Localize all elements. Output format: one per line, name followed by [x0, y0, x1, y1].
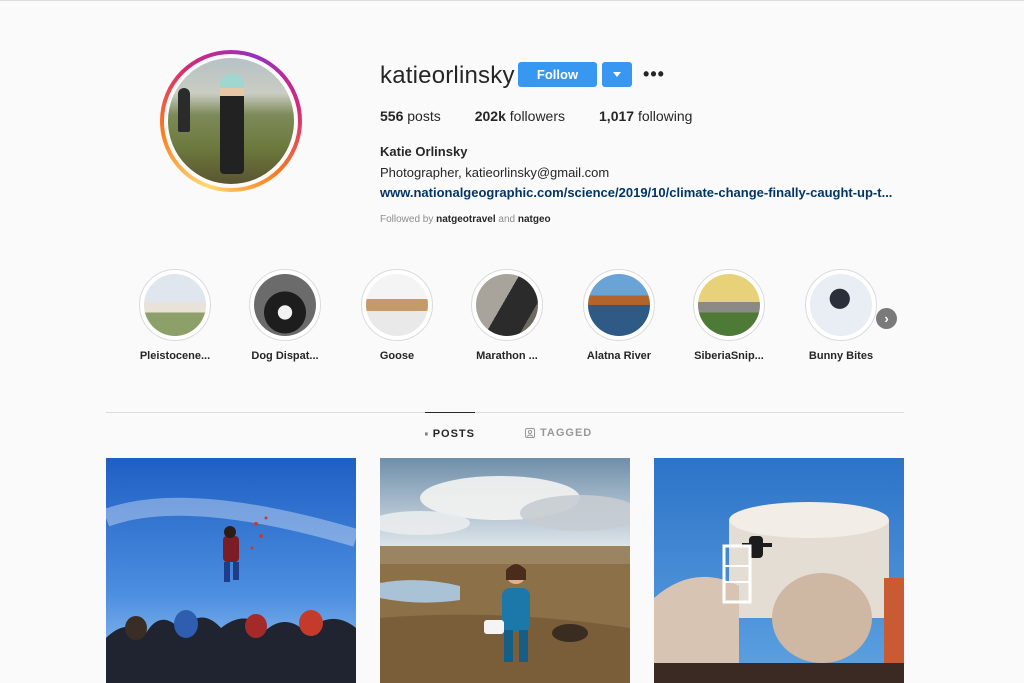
highlight-label: Bunny Bites: [808, 350, 874, 362]
profile-full-name: Katie Orlinsky: [380, 144, 468, 159]
highlight-item[interactable]: SiberiaSnip...: [684, 269, 774, 362]
tab-tagged[interactable]: TAGGED: [525, 412, 592, 454]
following-stat[interactable]: 1,017 following: [599, 108, 692, 124]
highlight-item[interactable]: Alatna River: [574, 269, 664, 362]
highlight-cover: [698, 274, 760, 336]
highlight-item[interactable]: Bunny Bites: [796, 269, 886, 362]
profile-bio: Photographer, katieorlinsky@gmail.com: [380, 165, 610, 180]
grid-icon: [425, 432, 428, 435]
suggested-accounts-dropdown-button[interactable]: [602, 62, 632, 87]
highlight-item[interactable]: Dog Dispat...: [240, 269, 330, 362]
chevron-right-icon[interactable]: ›: [876, 308, 897, 329]
post-thumbnail[interactable]: [380, 458, 630, 683]
highlight-cover: [366, 274, 428, 336]
post-image: [106, 458, 356, 683]
post-image: [654, 458, 904, 683]
profile-avatar-ring[interactable]: [160, 50, 302, 192]
highlight-label: Dog Dispat...: [251, 350, 319, 362]
tabs-divider: [106, 412, 904, 413]
post-thumbnail[interactable]: [106, 458, 356, 683]
tab-posts[interactable]: POSTS: [425, 412, 475, 454]
highlight-label: Marathon ...: [476, 350, 538, 362]
posts-stat: 556 posts: [380, 108, 441, 124]
highlight-cover: [810, 274, 872, 336]
tab-posts-label: POSTS: [432, 427, 475, 440]
followed-by-text: Followed by natgeotravel and natgeo: [380, 214, 551, 225]
follow-button[interactable]: Follow: [518, 62, 597, 87]
profile-stats: 556 posts 202k followers 1,017 following: [380, 108, 726, 124]
highlight-item[interactable]: Pleistocene...: [130, 269, 220, 362]
post-thumbnail[interactable]: [654, 458, 904, 683]
highlight-cover: [254, 274, 316, 336]
profile-website-link[interactable]: www.nationalgeographic.com/science/2019/…: [380, 185, 892, 200]
highlight-item[interactable]: Marathon ...: [462, 269, 552, 362]
highlight-label: Pleistocene...: [139, 350, 211, 362]
highlight-item[interactable]: Goose: [352, 269, 442, 362]
avatar[interactable]: [168, 58, 294, 184]
highlight-cover: [476, 274, 538, 336]
highlight-label: Alatna River: [586, 350, 652, 362]
followed-by-user-link[interactable]: natgeotravel: [436, 214, 495, 225]
followers-stat[interactable]: 202k followers: [475, 108, 565, 124]
highlight-cover: [588, 274, 650, 336]
tab-tagged-label: TAGGED: [540, 427, 593, 439]
followed-by-user-link[interactable]: natgeo: [518, 214, 551, 225]
post-image: [380, 458, 630, 683]
tag-icon: [525, 428, 535, 438]
highlight-label: SiberiaSnip...: [694, 350, 764, 362]
more-options-icon[interactable]: •••: [643, 63, 665, 85]
highlight-cover: [144, 274, 206, 336]
profile-username: katieorlinsky: [380, 62, 515, 89]
highlight-label: Goose: [379, 350, 415, 362]
chevron-down-icon: [613, 72, 621, 77]
